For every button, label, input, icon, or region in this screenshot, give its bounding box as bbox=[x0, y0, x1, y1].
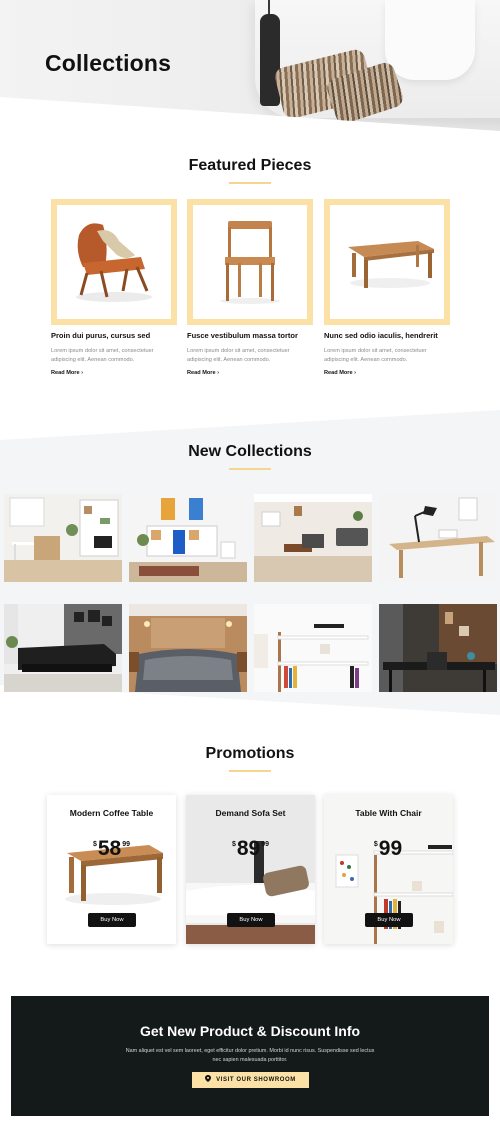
dark-office-photo bbox=[379, 604, 497, 692]
promotions-heading: Promotions bbox=[205, 745, 295, 762]
buy-now-button[interactable]: Buy Now bbox=[365, 913, 413, 927]
desk-lamp-photo bbox=[379, 494, 497, 582]
read-more-label: Read More bbox=[51, 370, 80, 376]
price-currency: $ bbox=[373, 841, 378, 848]
collection-photo[interactable] bbox=[129, 494, 247, 582]
read-more-label: Read More bbox=[187, 370, 216, 376]
read-more-link[interactable]: Read More › bbox=[51, 370, 83, 376]
wooden-chair-image bbox=[220, 221, 280, 304]
featured-item-description: Lorem ipsum dolor sit amet, consectetuer… bbox=[187, 348, 290, 363]
bookshelf-photo bbox=[254, 604, 372, 692]
featured-image-frame[interactable] bbox=[324, 199, 450, 325]
featured-image-frame[interactable] bbox=[51, 199, 177, 325]
buy-now-button[interactable]: Buy Now bbox=[88, 913, 136, 927]
collection-photo[interactable] bbox=[379, 494, 497, 582]
price-cents: 99 bbox=[122, 841, 131, 848]
read-more-label: Read More bbox=[324, 370, 353, 376]
promo-price: $8999 bbox=[186, 837, 315, 861]
price-whole: 89 bbox=[236, 837, 261, 860]
featured-item-name[interactable]: Proin dui purus, cursus sed bbox=[51, 331, 150, 340]
newsletter-text: Nam aliquet est vel sem laoreet, eget ef… bbox=[125, 1048, 375, 1063]
new-collections-heading: New Collections bbox=[188, 443, 312, 460]
featured-card: Proin dui purus, cursus sed Lorem ipsum … bbox=[51, 199, 177, 376]
hero-banner: Collections bbox=[0, 0, 500, 135]
study-room-photo bbox=[4, 494, 122, 582]
featured-image-frame[interactable] bbox=[187, 199, 313, 325]
promo-title: Demand Sofa Set bbox=[215, 808, 286, 818]
wooden-table-image bbox=[348, 241, 434, 288]
page-title: Collections bbox=[45, 50, 172, 76]
chevron-right-icon: › bbox=[217, 370, 220, 376]
collection-photo[interactable] bbox=[379, 604, 497, 692]
living-room-shelf-photo bbox=[129, 494, 247, 582]
chevron-right-icon: › bbox=[81, 370, 84, 376]
price-whole: 58 bbox=[97, 837, 122, 860]
visit-showroom-button[interactable]: VISIT OUR SHOWROOM bbox=[192, 1072, 309, 1088]
promo-price: $5899 bbox=[47, 837, 176, 861]
read-more-link[interactable]: Read More › bbox=[187, 370, 219, 376]
collection-photo[interactable] bbox=[129, 604, 247, 692]
map-pin-icon bbox=[205, 1075, 212, 1082]
promo-title: Table With Chair bbox=[355, 808, 422, 818]
bedroom-photo bbox=[129, 604, 247, 692]
featured-heading-underline bbox=[229, 182, 271, 184]
collection-photo[interactable] bbox=[254, 494, 372, 582]
black-sofa-photo bbox=[4, 604, 122, 692]
promo-card: Demand Sofa Set $8999 Buy Now bbox=[186, 795, 315, 944]
collection-photo[interactable] bbox=[4, 494, 122, 582]
collection-photo[interactable] bbox=[4, 604, 122, 692]
featured-item-name[interactable]: Fusce vestibulum massa tortor bbox=[187, 331, 298, 340]
featured-item-description: Lorem ipsum dolor sit amet, consectetuer… bbox=[324, 348, 427, 363]
featured-item-description: Lorem ipsum dolor sit amet, consectetuer… bbox=[51, 348, 154, 363]
price-currency: $ bbox=[231, 841, 236, 848]
promotions-heading-underline bbox=[229, 770, 271, 772]
price-whole: 99 bbox=[378, 837, 403, 860]
promo-price: $99 bbox=[324, 837, 453, 861]
lounge-room-photo bbox=[254, 494, 372, 582]
chevron-right-icon: › bbox=[354, 370, 357, 376]
collection-photo[interactable] bbox=[254, 604, 372, 692]
newsletter-section: Get New Product & Discount Info Nam aliq… bbox=[11, 996, 489, 1116]
promo-card: Modern Coffee Table $5899 Buy Now bbox=[47, 795, 176, 944]
visit-showroom-label: VISIT OUR SHOWROOM bbox=[216, 1077, 296, 1083]
featured-card: Fusce vestibulum massa tortor Lorem ipsu… bbox=[187, 199, 313, 376]
promo-card: Table With Chair $99 Buy Now bbox=[324, 795, 453, 944]
price-cents: 99 bbox=[261, 841, 270, 848]
featured-heading: Featured Pieces bbox=[188, 157, 312, 174]
newsletter-title: Get New Product & Discount Info bbox=[139, 1023, 361, 1039]
lounge-chair-image bbox=[76, 223, 152, 302]
buy-now-button[interactable]: Buy Now bbox=[227, 913, 275, 927]
price-currency: $ bbox=[92, 841, 97, 848]
featured-item-name[interactable]: Nunc sed odio iaculis, hendrerit bbox=[324, 331, 438, 340]
featured-card: Nunc sed odio iaculis, hendrerit Lorem i… bbox=[324, 199, 450, 376]
new-collections-heading-underline bbox=[229, 468, 271, 470]
read-more-link[interactable]: Read More › bbox=[324, 370, 356, 376]
promo-title: Modern Coffee Table bbox=[69, 808, 154, 818]
